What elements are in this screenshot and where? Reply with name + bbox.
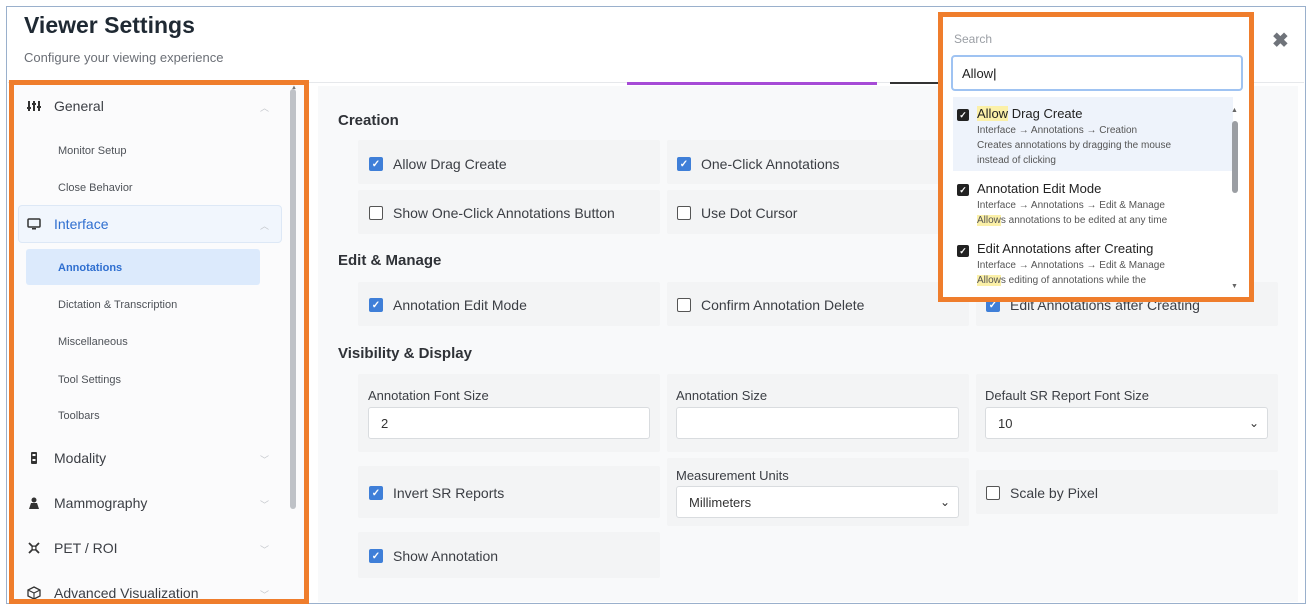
annotation-size-input[interactable] bbox=[676, 407, 959, 439]
sidebar-group-label: General bbox=[54, 98, 104, 114]
sidebar-item-toolbars[interactable]: Toolbars bbox=[58, 410, 100, 422]
checkbox-checked-icon[interactable]: ✓ bbox=[369, 157, 383, 171]
sidebar-item-annotations[interactable]: Annotations bbox=[58, 262, 122, 274]
chevron-down-icon: ⌄ bbox=[1248, 416, 1259, 430]
sr-font-size-label: Default SR Report Font Size bbox=[985, 388, 1150, 403]
option-invert-sr-reports[interactable]: ✓ Invert SR Reports bbox=[369, 485, 504, 501]
chevron-down-icon[interactable]: ﹀ bbox=[260, 453, 269, 466]
checkbox-checked-icon[interactable]: ✓ bbox=[677, 157, 691, 171]
checkbox-unchecked-icon[interactable] bbox=[369, 206, 383, 220]
chevron-up-icon[interactable]: ︿ bbox=[260, 101, 269, 114]
settings-sidebar: ▲ General ︿ Monitor Setup Close Behavior… bbox=[9, 80, 309, 604]
sidebar-group-label: Modality bbox=[54, 450, 107, 466]
measurement-units-select[interactable]: Millimeters ⌄ bbox=[676, 486, 959, 518]
annotation-font-size-label: Annotation Font Size bbox=[368, 388, 489, 403]
sliders-icon bbox=[26, 98, 42, 114]
search-result-path: Interface → Annotations → Creation bbox=[977, 125, 1138, 136]
checkbox-checked-icon[interactable]: ✓ bbox=[369, 549, 383, 563]
sidebar-group-mammography[interactable]: Mammography bbox=[26, 490, 147, 516]
sidebar-group-modality[interactable]: Modality bbox=[26, 445, 106, 471]
checkbox-checked-icon: ✓ bbox=[957, 109, 969, 121]
sidebar-group-interface[interactable]: Interface bbox=[26, 211, 108, 237]
chevron-down-icon[interactable]: ﹀ bbox=[260, 588, 269, 599]
sidebar-item-miscellaneous[interactable]: Miscellaneous bbox=[58, 336, 128, 348]
page-title: Viewer Settings bbox=[24, 12, 195, 38]
sidebar-item-monitor-setup[interactable]: Monitor Setup bbox=[58, 145, 126, 157]
checkbox-unchecked-icon[interactable] bbox=[986, 486, 1000, 500]
tab-indicator-active bbox=[627, 82, 877, 85]
checkbox-checked-icon[interactable]: ✓ bbox=[369, 486, 383, 500]
search-result-path: Interface → Annotations → Edit & Manage bbox=[977, 200, 1165, 211]
section-title-creation: Creation bbox=[338, 112, 399, 129]
search-result-title: Edit Annotations after Creating bbox=[977, 241, 1154, 256]
search-result-title: Annotation Edit Mode bbox=[977, 181, 1102, 196]
checkbox-checked-icon[interactable]: ✓ bbox=[369, 298, 383, 312]
chevron-up-icon[interactable]: ︿ bbox=[260, 219, 269, 232]
option-show-annotation[interactable]: ✓ Show Annotation bbox=[369, 548, 498, 564]
annotation-font-size-input[interactable]: 2 bbox=[368, 407, 650, 439]
sidebar-group-label: Interface bbox=[54, 216, 109, 232]
search-label: Search bbox=[954, 32, 993, 46]
option-show-one-click-button[interactable]: Show One-Click Annotations Button bbox=[369, 205, 615, 221]
sidebar-group-general[interactable]: General bbox=[26, 93, 104, 119]
option-annotation-edit-mode[interactable]: ✓ Annotation Edit Mode bbox=[369, 297, 527, 313]
search-result-title: Allow Drag Create bbox=[977, 106, 1083, 121]
option-use-dot-cursor[interactable]: Use Dot Cursor bbox=[677, 205, 797, 221]
option-scale-by-pixel[interactable]: Scale by Pixel bbox=[986, 485, 1098, 501]
sidebar-group-label: PET / ROI bbox=[54, 540, 118, 556]
device-icon bbox=[26, 450, 42, 466]
search-result-path: Interface → Annotations → Edit & Manage bbox=[977, 260, 1165, 271]
search-result-desc: Allows editing of annotations while the bbox=[977, 275, 1147, 286]
option-allow-drag-create[interactable]: ✓ Allow Drag Create bbox=[369, 156, 507, 172]
roi-icon bbox=[26, 540, 42, 556]
chevron-down-icon[interactable]: ﹀ bbox=[260, 543, 269, 556]
search-input[interactable]: Allow | bbox=[951, 55, 1243, 91]
chevron-down-icon[interactable]: ﹀ bbox=[260, 498, 269, 511]
section-title-visibility: Visibility & Display bbox=[338, 345, 472, 362]
people-icon bbox=[26, 495, 42, 511]
chevron-down-icon: ⌄ bbox=[939, 495, 950, 509]
scroll-down-icon[interactable]: ▼ bbox=[1231, 283, 1238, 290]
section-title-edit-manage: Edit & Manage bbox=[338, 252, 442, 269]
sidebar-item-close-behavior[interactable]: Close Behavior bbox=[58, 182, 133, 194]
sidebar-group-pet-roi[interactable]: PET / ROI bbox=[26, 535, 118, 561]
search-result-desc: Allows annotations to be edited at any t… bbox=[977, 215, 1168, 226]
checkbox-unchecked-icon[interactable] bbox=[677, 206, 691, 220]
sidebar-item-dictation[interactable]: Dictation & Transcription bbox=[58, 299, 177, 311]
sidebar-group-advanced-visualization[interactable]: Advanced Visualization bbox=[26, 580, 199, 601]
measurement-units-label: Measurement Units bbox=[676, 468, 789, 483]
sidebar-scrollbar[interactable] bbox=[290, 89, 296, 509]
scroll-up-icon[interactable]: ▲ bbox=[1231, 107, 1238, 114]
search-results-scrollbar[interactable] bbox=[1232, 121, 1238, 193]
option-confirm-annotation-delete[interactable]: Confirm Annotation Delete bbox=[677, 297, 864, 313]
checkbox-unchecked-icon[interactable] bbox=[677, 298, 691, 312]
search-result-desc: instead of clicking bbox=[977, 155, 1056, 166]
search-panel: Search Allow | ✓ Allow Drag Create Interf… bbox=[938, 12, 1254, 302]
annotation-size-label: Annotation Size bbox=[676, 388, 768, 403]
tab-indicator bbox=[890, 82, 938, 84]
monitor-icon bbox=[26, 216, 42, 232]
close-icon[interactable]: ✖ bbox=[1272, 28, 1289, 53]
cube-icon bbox=[26, 585, 42, 599]
option-one-click-annotations[interactable]: ✓ One-Click Annotations bbox=[677, 156, 840, 172]
sidebar-group-label: Mammography bbox=[54, 495, 148, 511]
checkbox-checked-icon: ✓ bbox=[957, 245, 969, 257]
sr-font-size-select[interactable]: 10 ⌄ bbox=[985, 407, 1268, 439]
checkbox-checked-icon: ✓ bbox=[957, 184, 969, 196]
page-subtitle: Configure your viewing experience bbox=[24, 50, 224, 65]
sidebar-group-label: Advanced Visualization bbox=[54, 585, 199, 601]
search-result-desc: Creates annotations by dragging the mous… bbox=[977, 140, 1172, 151]
sidebar-item-tool-settings[interactable]: Tool Settings bbox=[58, 374, 121, 386]
